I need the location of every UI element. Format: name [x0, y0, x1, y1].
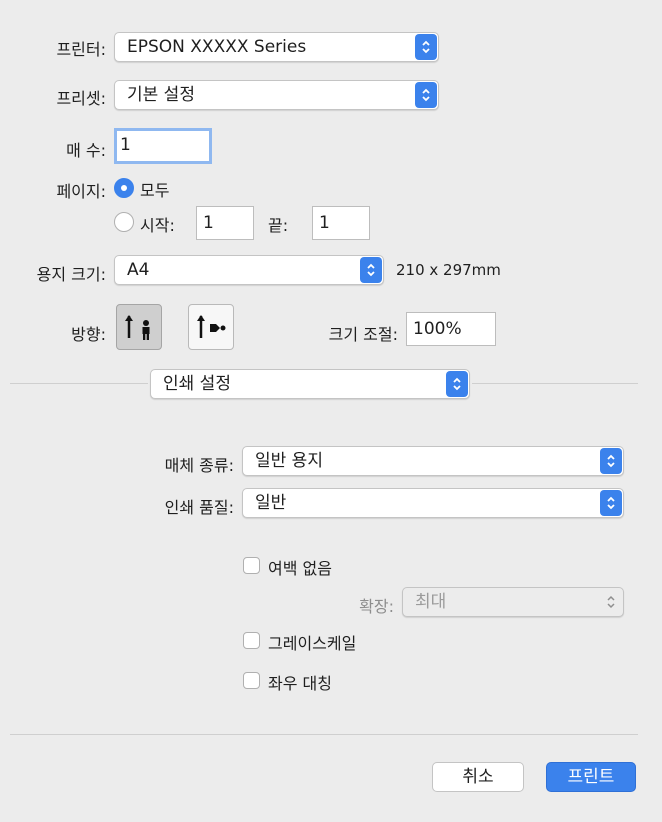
print-quality-value: 일반: [255, 493, 287, 513]
borderless-checkbox[interactable]: [243, 557, 260, 574]
pages-all-radio[interactable]: [114, 178, 134, 198]
pages-range-radio[interactable]: [114, 212, 134, 232]
pages-to-input[interactable]: 1: [312, 206, 370, 240]
grayscale-label: 그레이스케일: [268, 634, 357, 653]
expansion-popup: 최대: [402, 587, 624, 617]
landscape-icon: [197, 315, 226, 338]
preset-popup[interactable]: 기본 설정: [114, 80, 439, 110]
printer-value: EPSON XXXXX Series: [127, 37, 307, 57]
updown-arrows-icon: [600, 589, 622, 615]
scale-input[interactable]: 100%: [406, 312, 496, 346]
orientation-label: 방향:: [71, 325, 106, 344]
pages-all-label: 모두: [140, 181, 170, 200]
print-quality-popup[interactable]: 일반: [242, 488, 624, 518]
copies-label: 매 수:: [66, 141, 106, 160]
print-button[interactable]: 프린트: [546, 762, 636, 792]
media-type-label: 매체 종류:: [164, 456, 234, 475]
expansion-label: 확장:: [359, 597, 394, 616]
media-type-popup[interactable]: 일반 용지: [242, 446, 624, 476]
printer-popup[interactable]: EPSON XXXXX Series: [114, 32, 439, 62]
paper-size-value: A4: [127, 260, 150, 280]
media-type-value: 일반 용지: [255, 451, 323, 471]
paper-size-label: 용지 크기:: [36, 265, 106, 284]
mirror-checkbox[interactable]: [243, 672, 260, 689]
updown-arrows-icon: [415, 34, 437, 60]
separator: [10, 734, 638, 735]
printer-label: 프린터:: [56, 40, 106, 59]
separator: [472, 383, 638, 384]
print-quality-label: 인쇄 품질:: [164, 498, 234, 517]
section-popup[interactable]: 인쇄 설정: [150, 369, 470, 399]
updown-arrows-icon: [415, 82, 437, 108]
pages-label: 페이지:: [56, 182, 106, 201]
pages-from-label: 시작:: [140, 216, 175, 235]
updown-arrows-icon: [600, 448, 622, 474]
mirror-label: 좌우 대칭: [268, 674, 332, 693]
borderless-label: 여백 없음: [268, 559, 332, 578]
updown-arrows-icon: [360, 257, 382, 283]
preset-value: 기본 설정: [127, 85, 195, 105]
updown-arrows-icon: [446, 371, 468, 397]
scale-label: 크기 조절:: [328, 325, 398, 344]
pages-to-label: 끝:: [268, 216, 289, 235]
landscape-button[interactable]: [188, 304, 234, 350]
portrait-icon: [125, 315, 150, 340]
section-value: 인쇄 설정: [163, 374, 231, 394]
pages-from-input[interactable]: 1: [196, 206, 254, 240]
grayscale-checkbox[interactable]: [243, 632, 260, 649]
preset-label: 프리셋:: [56, 89, 106, 108]
copies-input[interactable]: 1: [114, 128, 212, 164]
updown-arrows-icon: [600, 490, 622, 516]
separator: [10, 383, 148, 384]
expansion-value: 최대: [415, 592, 447, 612]
portrait-button[interactable]: [116, 304, 162, 350]
paper-size-popup[interactable]: A4: [114, 255, 384, 285]
cancel-button[interactable]: 취소: [432, 762, 524, 792]
paper-dimensions: 210 x 297mm: [396, 261, 501, 279]
